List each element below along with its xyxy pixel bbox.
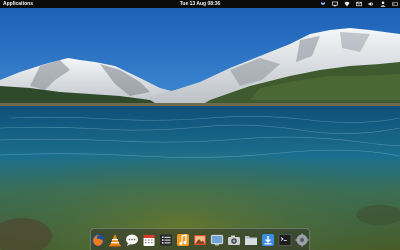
wifi-icon[interactable] [344,1,350,7]
applications-menu[interactable]: Applications [3,0,33,8]
camera-icon[interactable] [227,233,241,247]
power-icon[interactable] [392,1,398,7]
clock[interactable]: Tue 13 Aug 08:36 [180,1,221,7]
indicator-area [320,0,398,8]
music-icon[interactable] [176,233,190,247]
terminal-icon[interactable] [278,233,292,247]
desktop-wallpaper [0,0,400,250]
photos-icon[interactable] [193,233,207,247]
screenshot-icon[interactable] [210,233,224,247]
vlc-icon[interactable] [108,233,122,247]
calendar-icon[interactable] [142,233,156,247]
mail-icon[interactable] [356,1,362,7]
dock [90,228,310,250]
files-icon[interactable] [244,233,258,247]
display-icon[interactable] [332,1,338,7]
top-panel: Applications Tue 13 Aug 08:36 [0,0,400,8]
dropbox-icon[interactable] [320,1,326,7]
task-list-icon[interactable] [159,233,173,247]
downloads-icon[interactable] [261,233,275,247]
volume-icon[interactable] [368,1,374,7]
user-icon[interactable] [380,1,386,7]
chat-icon[interactable] [125,233,139,247]
settings-icon[interactable] [295,233,309,247]
firefox-icon[interactable] [91,233,105,247]
